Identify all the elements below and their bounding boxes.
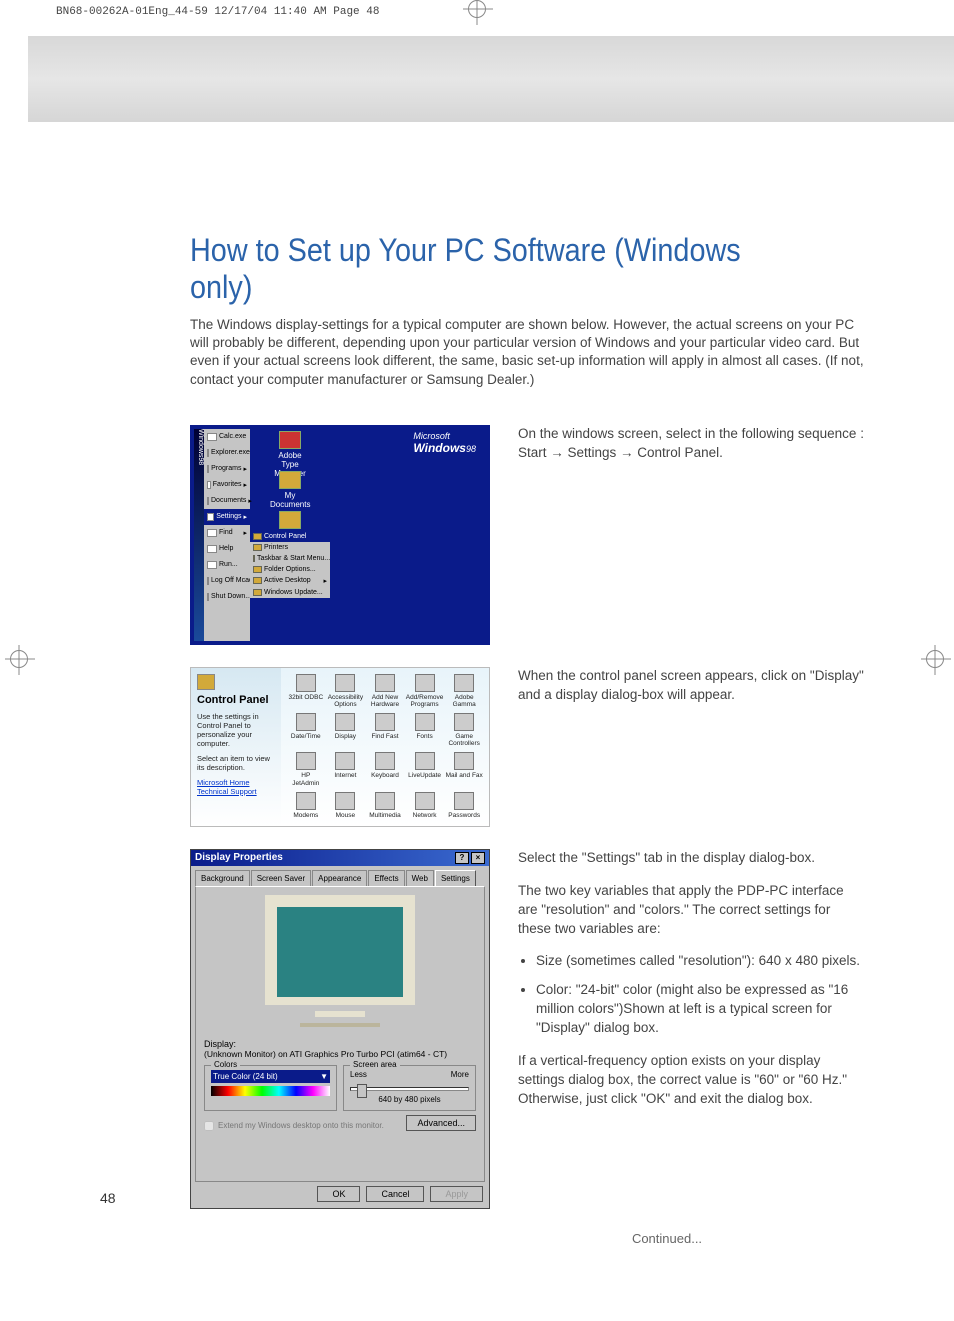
bullet-size: Size (sometimes called "resolution"): 64… (536, 952, 864, 971)
resolution-value: 640 by 480 pixels (350, 1095, 469, 1104)
folder-icon (197, 674, 215, 690)
submenu-item: Taskbar & Start Menu... (250, 553, 330, 564)
step1-text: On the windows screen, select in the fol… (518, 425, 864, 463)
win98-desktop-screenshot: Microsoft Windows98 Adobe Type Manager M… (190, 425, 490, 645)
dialog-title: Display Properties (195, 852, 283, 863)
start-menu-item: Help (204, 541, 250, 557)
close-icon: × (471, 852, 485, 864)
page-title: How to Set up Your PC Software (Windows … (190, 232, 797, 306)
tab-web: Web (406, 870, 434, 886)
tab-effects: Effects (368, 870, 404, 886)
apply-button: Apply (430, 1186, 483, 1202)
control-panel-item: Multimedia (366, 792, 404, 820)
desktop-icon-mydocs: My Documents (270, 471, 310, 509)
submenu-item: Active Desktop▸ (250, 575, 330, 587)
step3-text1: Select the "Settings" tab in the display… (518, 849, 864, 868)
control-panel-item: Internet (327, 752, 365, 787)
control-panel-item: Adobe Gamma (445, 674, 483, 709)
control-panel-item: Accessibility Options (327, 674, 365, 709)
crop-mark-icon (926, 650, 944, 668)
crop-mark-icon (10, 650, 28, 668)
control-panel-item: Game Controllers (445, 713, 483, 748)
control-panel-item: Network (406, 792, 444, 820)
start-menu-item: Log Off Mcad.. (204, 573, 250, 589)
control-panel-screenshot: Control Panel Use the settings in Contro… (190, 667, 490, 827)
tab-settings: Settings (435, 870, 476, 886)
step2-text: When the control panel screen appears, c… (518, 667, 864, 705)
start-menu-item: Documents▸ (204, 493, 250, 509)
advanced-button: Advanced... (406, 1115, 476, 1131)
color-spectrum-icon (211, 1086, 330, 1096)
control-panel-item: Modems (287, 792, 325, 820)
tab-appearance: Appearance (312, 870, 367, 886)
control-panel-item: Passwords (445, 792, 483, 820)
control-panel-item: Find Fast (366, 713, 404, 748)
start-menu-item: Calc.exe (204, 429, 250, 445)
page-number: 48 (100, 1190, 116, 1206)
tab-background: Background (195, 870, 250, 886)
display-label: Display: (204, 1039, 476, 1049)
control-panel-item: 32bit ODBC (287, 674, 325, 709)
display-properties-screenshot: Display Properties ? × BackgroundScreen … (190, 849, 490, 1209)
start-menu: Windows98 Calc.exeExplorer.exePrograms▸F… (194, 429, 250, 641)
settings-submenu: Control PanelPrintersTaskbar & Start Men… (250, 531, 330, 598)
cancel-button: Cancel (366, 1186, 424, 1202)
start-menu-item: Shut Down... (204, 589, 250, 605)
help-icon: ? (455, 852, 469, 864)
continued-label: Continued... (470, 1231, 864, 1246)
start-menu-item: Settings▸ (204, 509, 250, 525)
start-menu-item: Explorer.exe (204, 445, 250, 461)
display-value: (Unknown Monitor) on ATI Graphics Pro Tu… (204, 1049, 476, 1059)
link-tech-support: Technical Support (197, 787, 275, 796)
control-panel-item: Mouse (327, 792, 365, 820)
control-panel-item: Mail and Fax (445, 752, 483, 787)
bullet-color: Color: "24-bit" color (might also be exp… (536, 981, 864, 1038)
step3-text2: The two key variables that apply the PDP… (518, 882, 864, 939)
colors-dropdown: True Color (24 bit)▼ (211, 1070, 330, 1083)
monitor-preview-icon (265, 895, 415, 1005)
extend-checkbox: Extend my Windows desktop onto this moni… (204, 1121, 384, 1131)
submenu-item: Printers (250, 542, 330, 553)
intro-paragraph: The Windows display-settings for a typic… (190, 316, 864, 389)
crop-mark-icon (468, 0, 486, 18)
control-panel-item: LiveUpdate (406, 752, 444, 787)
start-menu-item: Find▸ (204, 525, 250, 541)
header-band (28, 36, 954, 122)
submenu-item: Control Panel (250, 531, 330, 542)
submenu-item: Folder Options... (250, 564, 330, 575)
start-menu-item: Programs▸ (204, 461, 250, 477)
control-panel-item: Fonts (406, 713, 444, 748)
control-panel-item: Display (327, 713, 365, 748)
control-panel-item: Add New Hardware (366, 674, 404, 709)
windows-logo: Microsoft Windows98 (413, 431, 476, 455)
control-panel-title: Control Panel (197, 694, 275, 706)
tab-screen-saver: Screen Saver (251, 870, 311, 886)
start-menu-item: Favorites▸ (204, 477, 250, 493)
control-panel-item: Add/Remove Programs (406, 674, 444, 709)
ok-button: OK (317, 1186, 360, 1202)
link-ms-home: Microsoft Home (197, 778, 275, 787)
control-panel-item: Keyboard (366, 752, 404, 787)
step3-text3: If a vertical-frequency option exists on… (518, 1052, 864, 1109)
submenu-item: Windows Update... (250, 587, 330, 598)
control-panel-item: Date/Time (287, 713, 325, 748)
resolution-slider (350, 1087, 469, 1091)
control-panel-item: HP JetAdmin (287, 752, 325, 787)
start-menu-item: Run... (204, 557, 250, 573)
pdf-header: BN68-00262A-01Eng_44-59 12/17/04 11:40 A… (56, 6, 379, 18)
